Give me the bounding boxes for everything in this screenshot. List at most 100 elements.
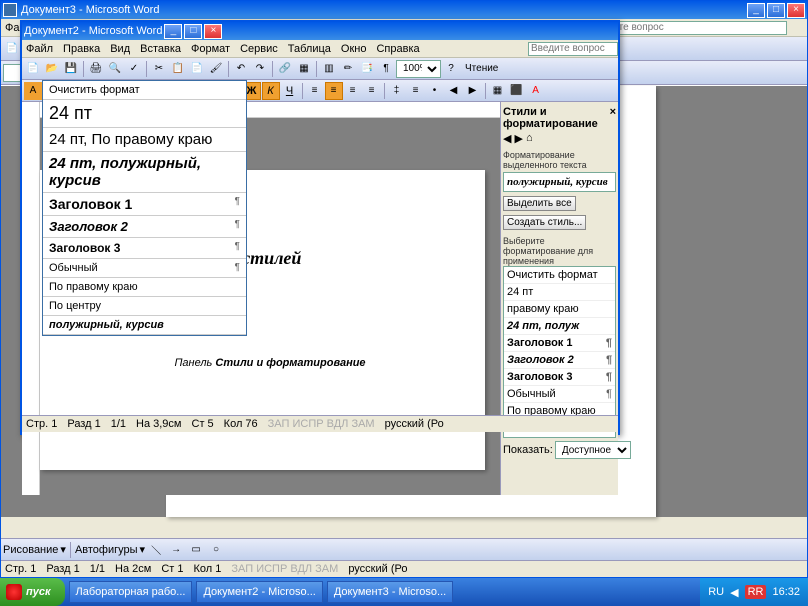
dd-item[interactable]: По правому краю xyxy=(43,278,246,297)
dd-item[interactable]: Заголовок 2¶ xyxy=(43,216,246,238)
inner-close-button[interactable]: × xyxy=(204,24,222,39)
select-arrow-icon[interactable]: ▾ xyxy=(60,543,66,556)
style-list-item[interactable]: 24 пт, полуж xyxy=(504,318,615,335)
outdent-button[interactable]: ◀ xyxy=(445,82,463,100)
back-icon[interactable]: ◀ xyxy=(503,132,511,146)
new-doc-button[interactable]: 📄 xyxy=(3,40,21,58)
styles-pane-button[interactable]: A xyxy=(24,82,42,100)
close-button[interactable]: × xyxy=(787,3,805,18)
menu-format[interactable]: Формат xyxy=(191,43,230,55)
dd-item[interactable]: 24 пт, полужирный, курсив xyxy=(43,152,246,193)
selected-format-box[interactable]: полужирный, курсив xyxy=(503,172,616,192)
style-dropdown[interactable]: Очистить формат 24 пт24 пт, По правому к… xyxy=(42,80,247,336)
menu-table[interactable]: Таблица xyxy=(288,43,331,55)
highlight-button[interactable]: ⬛ xyxy=(508,82,526,100)
pilcrow-button[interactable]: ¶ xyxy=(377,60,395,78)
home-icon[interactable]: ⌂ xyxy=(526,132,533,146)
menu-view[interactable]: Вид xyxy=(110,43,130,55)
pane-close-icon[interactable]: × xyxy=(610,106,616,130)
tray-clock[interactable]: 16:32 xyxy=(772,586,800,598)
tray-icon[interactable]: RR xyxy=(745,585,767,599)
undo-button[interactable]: ↶ xyxy=(232,60,250,78)
new-doc-button[interactable]: 📄 xyxy=(24,60,42,78)
save-button[interactable]: 💾 xyxy=(62,60,80,78)
underline-button[interactable]: Ч xyxy=(281,82,299,100)
tray-icon[interactable]: ◀ xyxy=(730,586,738,599)
align-justify-button[interactable]: ≡ xyxy=(363,82,381,100)
taskbar-item[interactable]: Документ3 - Microso... xyxy=(327,581,453,603)
arrow-icon[interactable]: → xyxy=(167,541,185,559)
inner-title-bar[interactable]: Документ2 - Microsoft Word _ □ × xyxy=(22,22,618,40)
taskbar-item[interactable]: Документ2 - Microso... xyxy=(196,581,322,603)
fwd-icon[interactable]: ▶ xyxy=(514,132,522,146)
style-list-item[interactable]: Обычный¶ xyxy=(504,386,615,403)
open-button[interactable]: 📂 xyxy=(43,60,61,78)
print-button[interactable]: 🖨 xyxy=(87,60,105,78)
indent-button[interactable]: ▶ xyxy=(464,82,482,100)
menu-help[interactable]: Справка xyxy=(376,43,419,55)
format-painter-button[interactable]: 🖌 xyxy=(207,60,225,78)
new-style-button[interactable]: Создать стиль... xyxy=(503,215,586,230)
help-icon[interactable]: ? xyxy=(442,60,460,78)
minimize-button[interactable]: _ xyxy=(747,3,765,18)
inner-minimize-button[interactable]: _ xyxy=(164,24,182,39)
system-tray[interactable]: RU ◀ RR 16:32 xyxy=(700,578,808,606)
style-list-item[interactable]: Заголовок 2¶ xyxy=(504,352,615,369)
inner-maximize-button[interactable]: □ xyxy=(184,24,202,39)
italic-button[interactable]: К xyxy=(262,82,280,100)
menu-file[interactable]: Файл xyxy=(26,43,53,55)
style-list-item[interactable]: Заголовок 3¶ xyxy=(504,369,615,386)
autoshapes-button[interactable]: Автофигуры xyxy=(75,544,138,556)
inner-help-input[interactable] xyxy=(528,42,618,56)
start-button[interactable]: пуск xyxy=(0,578,65,606)
copy-button[interactable]: 📋 xyxy=(169,60,187,78)
align-left-button[interactable]: ≡ xyxy=(306,82,324,100)
vertical-ruler[interactable] xyxy=(22,102,40,495)
spell-button[interactable]: ✓ xyxy=(125,60,143,78)
dd-item[interactable]: Обычный¶ xyxy=(43,259,246,278)
style-list-item[interactable]: 24 пт xyxy=(504,284,615,301)
style-list-item[interactable]: правому краю xyxy=(504,301,615,318)
dd-item[interactable]: Заголовок 3¶ xyxy=(43,238,246,259)
dd-item[interactable]: По центру xyxy=(43,297,246,316)
show-select[interactable]: Доступное xyxy=(555,441,631,459)
style-list-item[interactable]: Заголовок 1¶ xyxy=(504,335,615,352)
line-spacing-button[interactable]: ‡ xyxy=(388,82,406,100)
draw-menu-button[interactable]: Рисование xyxy=(3,544,58,556)
menu-insert[interactable]: Вставка xyxy=(140,43,181,55)
maximize-button[interactable]: □ xyxy=(767,3,785,18)
drawing-button[interactable]: ✏ xyxy=(339,60,357,78)
menu-tools[interactable]: Сервис xyxy=(240,43,278,55)
outer-title-bar[interactable]: Документ3 - Microsoft Word _ □ × xyxy=(1,1,807,19)
taskbar-item[interactable]: Лабораторная рабо... xyxy=(69,581,193,603)
map-button[interactable]: 📑 xyxy=(358,60,376,78)
columns-button[interactable]: ▥ xyxy=(320,60,338,78)
link-button[interactable]: 🔗 xyxy=(276,60,294,78)
cut-button[interactable]: ✂ xyxy=(150,60,168,78)
dd-clear-format[interactable]: Очистить формат xyxy=(43,81,246,100)
select-all-button[interactable]: Выделить все xyxy=(503,196,576,211)
zoom-select[interactable]: 100% xyxy=(396,60,441,78)
style-list-item[interactable]: Очистить формат xyxy=(504,267,615,284)
align-center-button[interactable]: ≡ xyxy=(325,82,343,100)
border-button[interactable]: ▦ xyxy=(489,82,507,100)
dd-item[interactable]: полужирный, курсив xyxy=(43,316,246,335)
oval-icon[interactable]: ○ xyxy=(207,541,225,559)
table-button[interactable]: ▦ xyxy=(295,60,313,78)
redo-button[interactable]: ↷ xyxy=(251,60,269,78)
menu-window[interactable]: Окно xyxy=(341,43,367,55)
read-button[interactable]: Чтение xyxy=(461,60,502,78)
line-icon[interactable]: ＼ xyxy=(147,541,165,559)
rect-icon[interactable]: ▭ xyxy=(187,541,205,559)
align-right-button[interactable]: ≡ xyxy=(344,82,362,100)
preview-button[interactable]: 🔍 xyxy=(106,60,124,78)
dd-item[interactable]: Заголовок 1¶ xyxy=(43,193,246,216)
dd-item[interactable]: 24 пт xyxy=(43,100,246,128)
styles-list[interactable]: Очистить формат24 птправому краю24 пт, п… xyxy=(503,266,616,438)
font-color-button[interactable]: A xyxy=(527,82,545,100)
bullet-list-button[interactable]: • xyxy=(426,82,444,100)
numbered-list-button[interactable]: ≡ xyxy=(407,82,425,100)
dd-item[interactable]: 24 пт, По правому краю xyxy=(43,128,246,152)
menu-edit[interactable]: Правка xyxy=(63,43,100,55)
tray-lang[interactable]: RU xyxy=(708,586,724,598)
